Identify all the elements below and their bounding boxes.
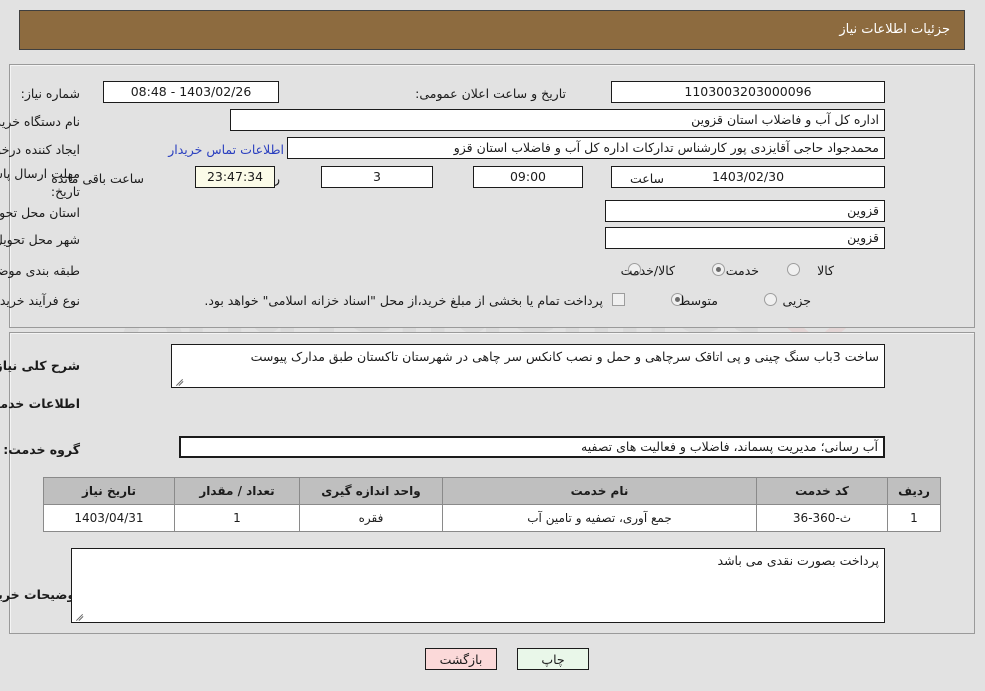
back-button[interactable]: بازگشت <box>426 648 498 670</box>
category-radio-service[interactable] <box>713 263 726 276</box>
need-number-field: 1103003203000096 <box>612 81 886 103</box>
buyer-org-label: نام دستگاه خریدار: <box>0 114 81 129</box>
buyer-notes-text: پرداخت بصورت نقدی می باشد <box>718 553 880 568</box>
process-label: نوع فرآیند خرید : <box>0 293 81 308</box>
title-bar: جزئیات اطلاعات نیاز <box>20 10 966 50</box>
cell-row-no: 1 <box>888 504 942 532</box>
table-header-unit: واحد اندازه گیری <box>300 477 444 505</box>
city-label: شهر محل تحویل: <box>0 232 81 247</box>
table-header-date: تاریخ نیاز <box>44 477 176 505</box>
buyer-org-field: اداره کل آب و فاضلاب استان قزوین <box>231 109 886 131</box>
print-button[interactable]: چاپ <box>518 648 590 670</box>
need-number-label: شماره نیاز: <box>21 86 81 101</box>
process-option-medium-label: متوسط <box>679 293 719 308</box>
announce-datetime-label: تاریخ و ساعت اعلان عمومی: <box>416 86 567 101</box>
category-radio-goods[interactable] <box>788 263 801 276</box>
table-row: 1 ث-360-36 جمع آوری، تصفیه و تامین آب فق… <box>44 504 942 532</box>
general-description-text: ساخت 3باب سنگ چینی و پی اتاقک سرچاهی و ح… <box>251 349 880 364</box>
buyer-contact-link[interactable]: اطلاعات تماس خریدار <box>169 142 285 157</box>
table-header-quantity: تعداد / مقدار <box>175 477 301 505</box>
requester-label: ایجاد کننده درخواست: <box>0 142 81 157</box>
general-description-textarea[interactable]: ساخت 3باب سنگ چینی و پی اتاقک سرچاهی و ح… <box>172 344 886 388</box>
buyer-notes-label: توضیحات خریدار: <box>0 587 81 602</box>
cell-code: ث-360-36 <box>757 504 889 532</box>
remaining-days-field: 3 <box>322 166 434 188</box>
city-field: قزوین <box>606 227 886 249</box>
category-label: طبقه بندی موضوعی: <box>0 263 81 278</box>
cell-date: 1403/04/31 <box>44 504 176 532</box>
cell-unit: فقره <box>300 504 444 532</box>
requester-field: محمدجواد حاجی آقایزدی پور کارشناس تدارکا… <box>288 137 886 159</box>
countdown-label: ساعت باقی مانده <box>52 171 145 186</box>
table-header-code: کد خدمت <box>757 477 889 505</box>
province-label: استان محل تحویل: <box>0 205 81 220</box>
deadline-hour-field: 09:00 <box>474 166 584 188</box>
category-option-goods-label: کالا <box>818 263 835 278</box>
announce-datetime-field: 1403/02/26 - 08:48 <box>104 81 280 103</box>
services-section-title: اطلاعات خدمات مورد نیاز <box>0 396 81 411</box>
service-group-label: گروه خدمت: <box>4 442 81 457</box>
process-option-minor-label: جزیی <box>783 293 812 308</box>
resize-grip-icon[interactable] <box>175 374 187 386</box>
process-radio-minor[interactable] <box>765 293 778 306</box>
category-option-service-label: خدمت <box>726 263 760 278</box>
service-group-field: آب رسانی؛ مدیریت پسماند، فاضلاب و فعالیت… <box>180 436 886 458</box>
treasury-bond-checkbox[interactable] <box>613 293 626 306</box>
cell-quantity: 1 <box>175 504 301 532</box>
general-description-label: شرح کلی نیاز: <box>0 358 81 373</box>
buyer-notes-textarea[interactable]: پرداخت بصورت نقدی می باشد <box>72 548 886 623</box>
services-table: ردیف کد خدمت نام خدمت واحد اندازه گیری ت… <box>44 477 942 532</box>
deadline-hour-label: ساعت <box>630 171 665 186</box>
deadline-label-line2: تاریخ: <box>51 184 81 199</box>
table-header-row-no: ردیف <box>888 477 942 505</box>
need-summary-panel <box>10 64 976 328</box>
treasury-bond-note: پرداخت تمام یا بخشی از مبلغ خرید،از محل … <box>205 293 604 308</box>
page-title: جزئیات اطلاعات نیاز <box>840 22 951 37</box>
province-field: قزوین <box>606 200 886 222</box>
table-header-row: ردیف کد خدمت نام خدمت واحد اندازه گیری ت… <box>44 477 942 505</box>
table-header-name: نام خدمت <box>443 477 758 505</box>
countdown-field: 23:47:34 <box>196 166 276 188</box>
cell-name: جمع آوری، تصفیه و تامین آب <box>443 504 758 532</box>
category-option-goods-service-label: کالا/خدمت <box>621 263 676 278</box>
resize-grip-icon[interactable] <box>75 609 87 621</box>
